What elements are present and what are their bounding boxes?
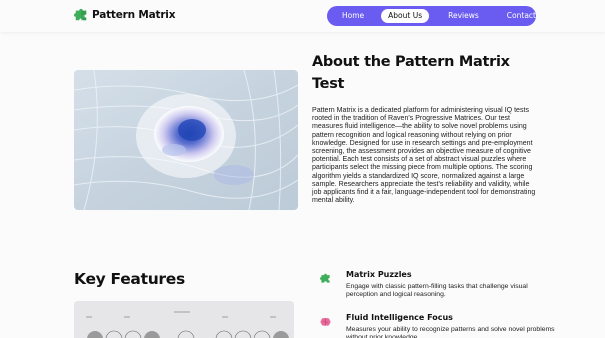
hero-image [74,70,298,210]
site-header: Pattern Matrix Home About Us Reviews Con… [0,0,605,32]
about-description: Pattern Matrix is a dedicated platform f… [312,107,536,205]
brand-name: Pattern Matrix [92,9,176,21]
puzzle-icon [74,8,87,21]
matrix-puzzle-image [74,301,294,338]
key-features-title: Key Features [74,270,185,288]
nav-contact[interactable]: Contact [500,9,543,23]
nav-about-us[interactable]: About Us [381,9,430,23]
main-nav: Home About Us Reviews Contact [327,6,536,26]
feature-title: Matrix Puzzles [346,270,412,279]
nav-home[interactable]: Home [335,9,371,23]
about-title: About the Pattern Matrix Test [312,54,510,92]
brain-icon [320,318,331,326]
nav-reviews[interactable]: Reviews [441,9,486,23]
puzzle-icon [320,273,330,283]
feature-description: Measures your ability to recognize patte… [346,326,555,338]
feature-title: Fluid Intelligence Focus [346,313,453,322]
brand-logo[interactable]: Pattern Matrix [74,8,175,22]
feature-description: Engage with classic pattern-filling task… [346,283,528,299]
